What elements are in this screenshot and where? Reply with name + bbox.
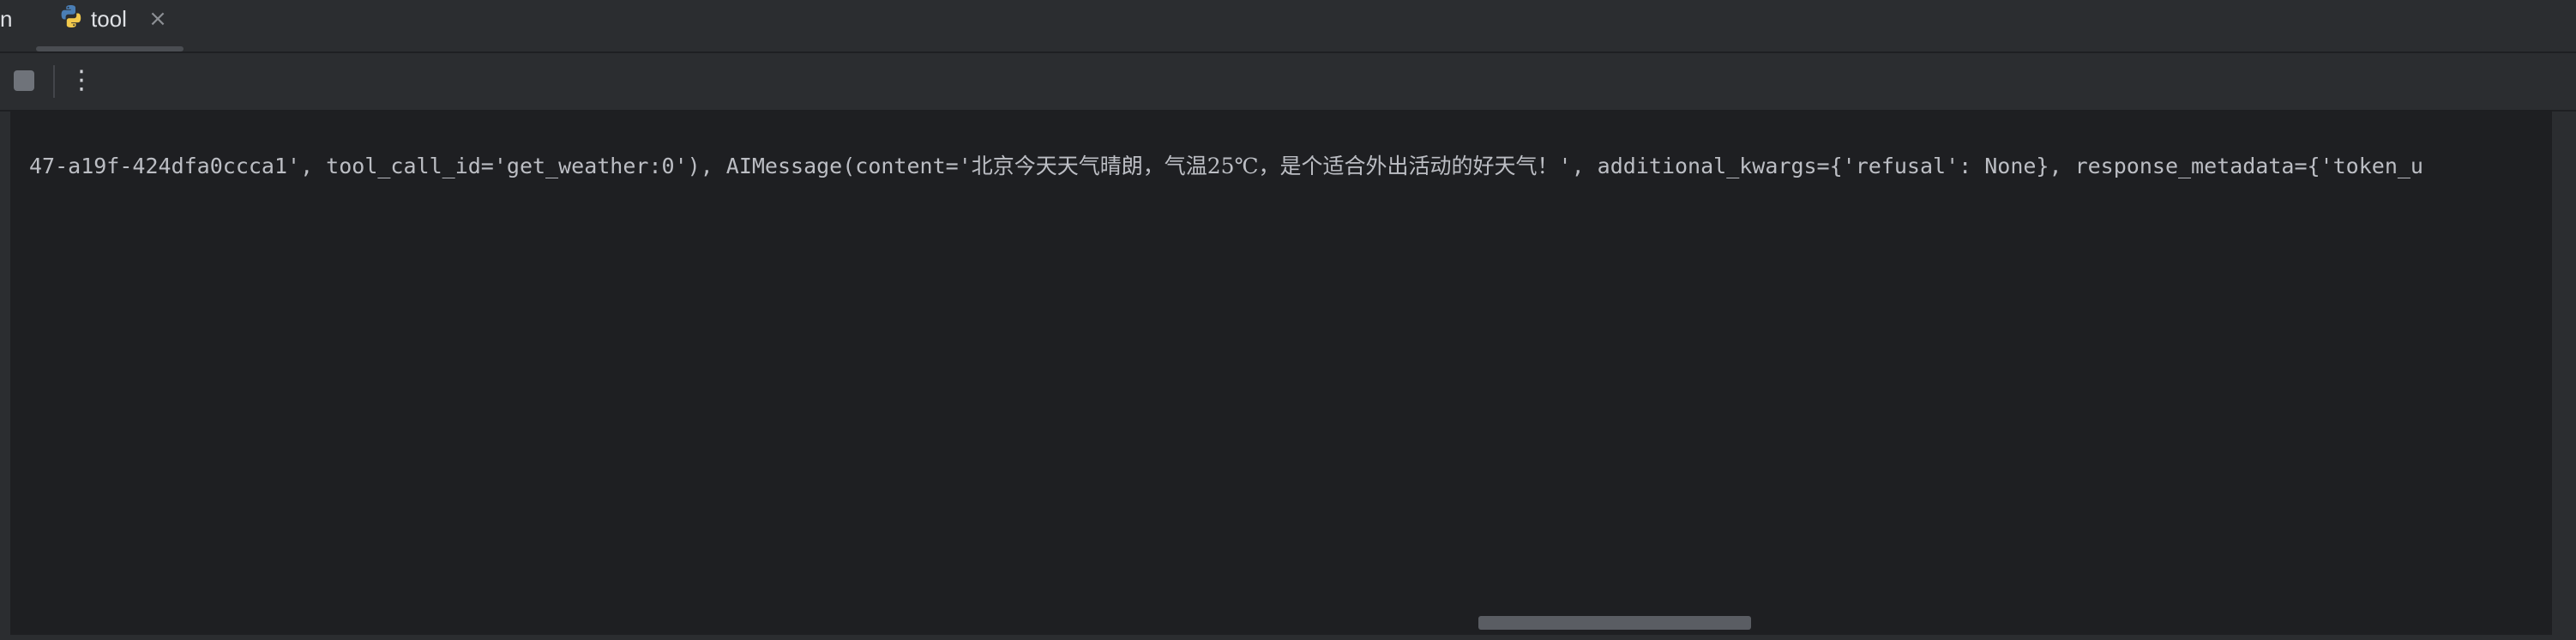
- previous-tab-fragment[interactable]: n: [0, 2, 12, 36]
- horizontal-scrollbar-thumb[interactable]: [1478, 616, 1751, 630]
- close-icon[interactable]: ×: [146, 3, 170, 34]
- active-tab-indicator: [36, 46, 184, 51]
- right-panel-edge: [2552, 112, 2576, 640]
- run-toolbar: ⋮: [0, 53, 2576, 112]
- tab-bar: n tool ×: [0, 0, 2576, 53]
- console-output-line: 47-a19f-424dfa0ccca1', tool_call_id='get…: [29, 149, 2423, 184]
- toolbar-divider: [53, 65, 55, 98]
- bottom-border: [0, 635, 2576, 640]
- tab-label: tool: [91, 6, 127, 32]
- more-options-icon[interactable]: ⋮: [69, 63, 94, 98]
- run-tool-window: n tool × ⋮ 47-a19f-424dfa0ccca1', tool_c…: [0, 0, 2576, 640]
- console-text-cjk: 北京今天天气晴朗，气温25℃，是个适合外出活动的好天气！: [971, 154, 1559, 178]
- console-text-prefix: 47-a19f-424dfa0ccca1', tool_call_id='get…: [29, 154, 972, 178]
- python-file-icon: [58, 3, 84, 29]
- console-text-suffix: ', additional_kwargs={'refusal': None}, …: [1558, 154, 2423, 178]
- tab-tool[interactable]: tool ×: [36, 0, 184, 51]
- console-output[interactable]: 47-a19f-424dfa0ccca1', tool_call_id='get…: [0, 112, 2576, 640]
- console-gutter: [0, 112, 10, 640]
- stop-icon[interactable]: [14, 70, 34, 91]
